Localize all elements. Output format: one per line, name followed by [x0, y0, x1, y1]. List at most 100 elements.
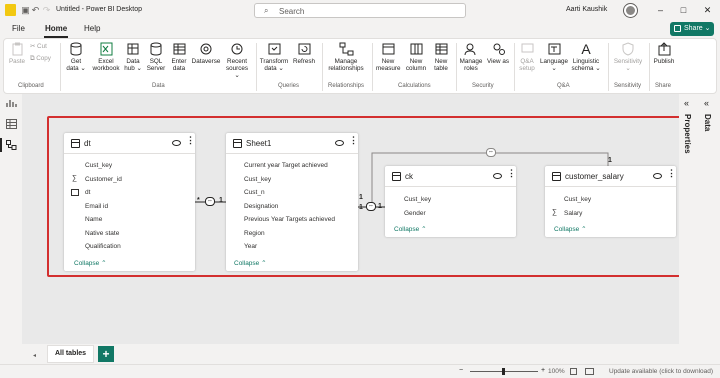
copy-label: Copy: [36, 55, 51, 62]
publish-button[interactable]: Publish: [652, 42, 676, 65]
enter-data-button[interactable]: Enter data: [169, 42, 189, 72]
qa-group-label: Q&A: [557, 83, 570, 89]
report-view-icon[interactable]: [6, 98, 17, 108]
table-view-icon[interactable]: [6, 119, 17, 129]
excel-icon: [100, 42, 112, 56]
avatar[interactable]: [624, 4, 637, 17]
recent-sources-button[interactable]: Recent sources ⌄: [223, 42, 251, 79]
new-column-button[interactable]: New column: [403, 42, 429, 72]
table-icon: [173, 43, 185, 55]
data-hub-icon: [127, 43, 138, 55]
manage-roles-button[interactable]: Manage roles: [459, 42, 483, 72]
right-pane: « Properties « Data: [679, 94, 720, 344]
shield-icon: [622, 42, 633, 56]
share-button[interactable]: Share ⌄: [670, 22, 714, 36]
cut-icon: ✂: [30, 43, 36, 50]
zoom-level: 100%: [548, 368, 565, 375]
manage-relationships-label: Manage relationships: [328, 58, 364, 72]
paste-icon: [12, 42, 22, 56]
transform-data-button[interactable]: Transform data ⌄: [259, 42, 289, 72]
relationships-icon: [339, 42, 353, 56]
separator: [322, 43, 323, 91]
queries-group-label: Queries: [278, 83, 300, 89]
language-label: Language ⌄: [540, 58, 569, 72]
separator: [649, 43, 650, 91]
qa-setup-label: Q&A setup: [519, 58, 535, 72]
publish-icon: [658, 42, 670, 56]
get-data-label: Get data ⌄: [66, 58, 86, 72]
zoom-out-icon[interactable]: −: [459, 367, 463, 374]
undo-icon[interactable]: ↶: [30, 5, 41, 16]
search-box[interactable]: ⌕ Search: [254, 3, 466, 18]
data-hub-label: Data hub ⌄: [124, 58, 142, 72]
update-available-text[interactable]: Update available (click to download): [609, 368, 713, 375]
new-table-button[interactable]: New table: [431, 42, 451, 72]
qa-setup-button[interactable]: Q&A setup: [517, 42, 537, 72]
language-button[interactable]: Language ⌄: [540, 42, 568, 72]
cut-label: Cut: [37, 43, 47, 50]
menu-help[interactable]: Help: [84, 24, 100, 33]
calculations-group-label: Calculations: [398, 83, 431, 89]
search-icon: ⌕: [264, 6, 269, 15]
excel-button[interactable]: Excel workbook: [92, 42, 120, 72]
view-as-label: View as: [487, 58, 509, 65]
excel-label: Excel workbook: [92, 58, 120, 72]
fit-to-page-icon[interactable]: [570, 368, 577, 375]
expand-data-icon[interactable]: «: [704, 98, 709, 108]
sensitivity-label: Sensitivity ⌄: [613, 58, 643, 72]
view-as-button[interactable]: View as: [487, 42, 509, 65]
share-label: Share: [684, 25, 703, 32]
title-bar: ▣ ↶ ↷ Untitled - Power BI Desktop ⌕ Sear…: [0, 0, 720, 21]
database-icon: [70, 42, 81, 56]
menu-home[interactable]: Home: [45, 24, 67, 33]
scroll-left-icon[interactable]: ◂: [33, 352, 36, 359]
paste-button[interactable]: Paste: [7, 42, 27, 65]
separator: [256, 43, 257, 91]
ribbon: Paste ✂ Cut ⧉ Copy Clipboard Get data ⌄ …: [3, 38, 717, 94]
data-hub-button[interactable]: Data hub ⌄: [124, 42, 142, 72]
data-pane-label[interactable]: Data: [703, 114, 712, 131]
power-bi-icon: [5, 4, 16, 16]
transform-label: Transform data ⌄: [259, 58, 289, 72]
share-icon: [674, 25, 681, 32]
sql-icon: [150, 42, 161, 56]
refresh-button[interactable]: Refresh: [292, 42, 316, 65]
enter-data-label: Enter data: [171, 58, 187, 72]
security-group-label: Security: [472, 83, 494, 89]
separator: [60, 43, 61, 91]
view-rail: [0, 94, 22, 378]
separator: [456, 43, 457, 91]
active-view-indicator: [0, 138, 2, 152]
sql-label: SQL Server: [146, 58, 166, 72]
model-view-icon[interactable]: [6, 140, 17, 150]
get-data-button[interactable]: Get data ⌄: [65, 42, 87, 72]
search-label: Search: [279, 7, 305, 16]
zoom-thumb[interactable]: [502, 368, 505, 375]
linguistic-schema-button[interactable]: A Linguistic schema ⌄: [569, 42, 603, 72]
copy-icon: ⧉: [30, 55, 35, 62]
new-measure-label: New measure: [376, 58, 401, 72]
refresh-icon: [298, 43, 310, 55]
sql-server-button[interactable]: SQL Server: [145, 42, 167, 72]
copy-button[interactable]: ⧉ Copy: [30, 55, 51, 62]
zoom-in-icon[interactable]: +: [541, 367, 545, 374]
maximize-icon[interactable]: □: [676, 3, 691, 18]
properties-pane-label[interactable]: Properties: [683, 114, 692, 154]
tab-all-tables[interactable]: All tables: [47, 345, 94, 363]
minimize-icon[interactable]: –: [653, 3, 668, 18]
schema-icon: A: [581, 41, 591, 57]
menu-file[interactable]: File: [12, 24, 25, 33]
new-measure-button[interactable]: New measure: [376, 42, 401, 72]
cut-button[interactable]: ✂ Cut: [30, 43, 47, 50]
close-icon[interactable]: ✕: [700, 3, 715, 18]
manage-relationships-button[interactable]: Manage relationships: [325, 42, 367, 72]
dataverse-icon: [200, 43, 211, 55]
relationships-group-label: Relationships: [328, 83, 365, 89]
redo-icon[interactable]: ↷: [41, 5, 52, 16]
add-layout-button[interactable]: +: [98, 346, 114, 362]
dataverse-button[interactable]: Dataverse: [191, 42, 221, 65]
sensitivity-button[interactable]: Sensitivity ⌄: [611, 42, 645, 72]
minimap-icon[interactable]: [585, 368, 594, 375]
user-name[interactable]: Aarti Kaushik: [566, 6, 607, 13]
expand-properties-icon[interactable]: «: [684, 98, 689, 108]
